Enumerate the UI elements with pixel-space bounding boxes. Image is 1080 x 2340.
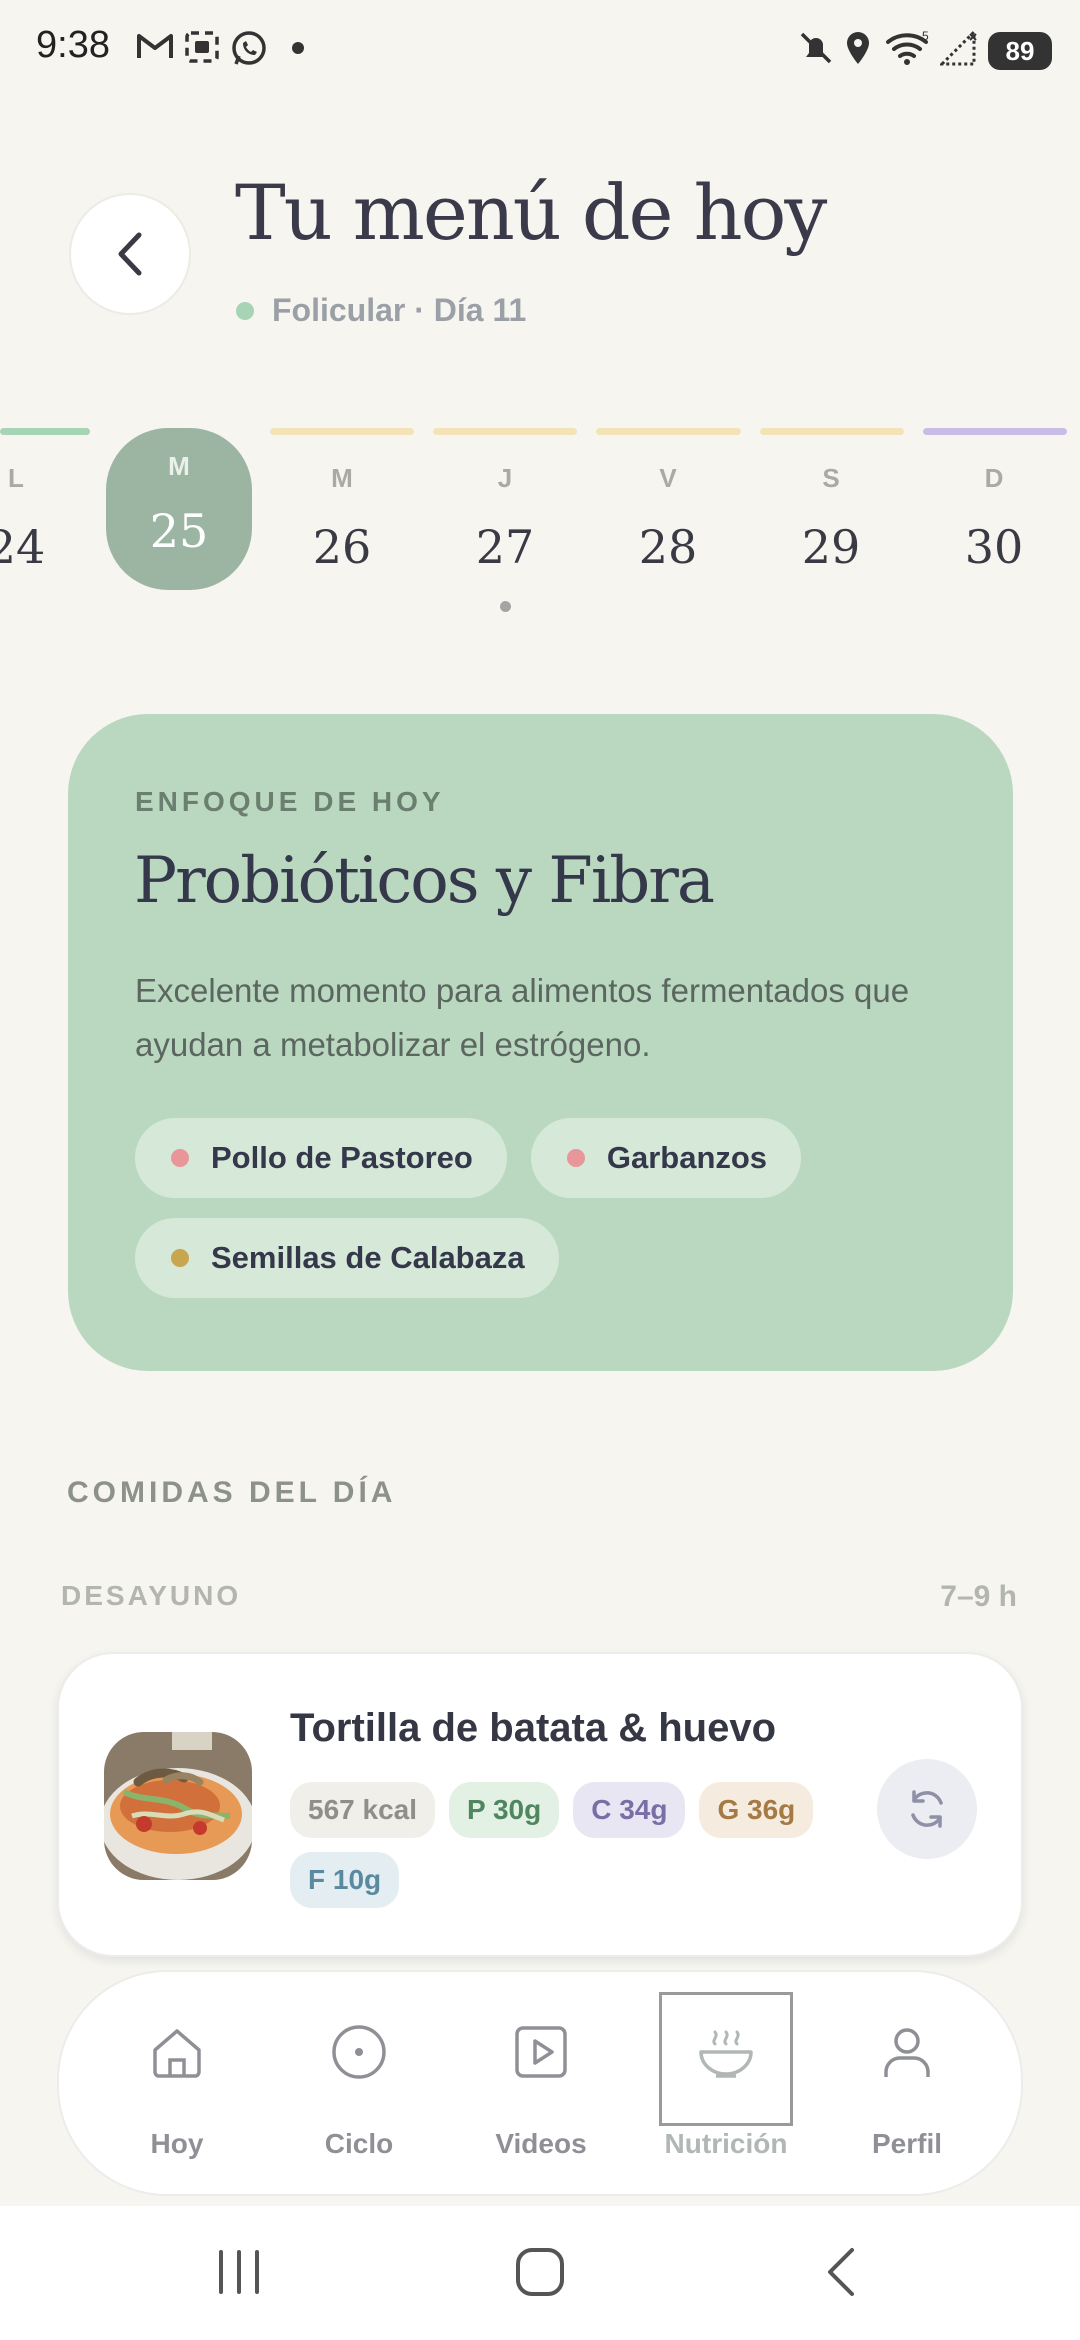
- nav-label: Ciclo: [324, 2128, 394, 2159]
- system-nav-bar: [0, 2206, 1080, 2340]
- system-back-button[interactable]: [822, 2246, 862, 2302]
- food-chip-label: Pollo de Pastoreo: [211, 1140, 473, 1175]
- fiber-badge: F 10g: [290, 1852, 400, 1908]
- food-chip[interactable]: Garbanzos: [530, 1118, 802, 1198]
- nav-label: Hoy: [150, 2128, 204, 2159]
- day-number: 25: [149, 504, 209, 558]
- day-letter: D: [984, 463, 1004, 493]
- food-chip-list: Pollo de Pastoreo Garbanzos Semillas de …: [135, 1118, 965, 1298]
- home-icon: [153, 2029, 201, 2078]
- day-item[interactable]: J 27: [432, 458, 578, 574]
- day-number: 28: [638, 520, 698, 574]
- signal-icon: [938, 28, 978, 75]
- food-chip[interactable]: Pollo de Pastoreo: [135, 1118, 507, 1198]
- battery-level: 89: [988, 32, 1052, 70]
- back-arrow-icon: [828, 2248, 854, 2296]
- nav-item-perfil[interactable]: Perfil: [817, 1972, 997, 2198]
- chevron-left-icon: [118, 232, 142, 276]
- nav-label: Videos: [495, 2128, 587, 2159]
- recent-apps-button[interactable]: [215, 2246, 263, 2302]
- wifi-icon: 5: [884, 29, 932, 75]
- day-item[interactable]: V 28: [595, 458, 741, 574]
- recent-apps-icon: [219, 2250, 259, 2294]
- day-item-selected[interactable]: M 25: [106, 428, 252, 590]
- chip-dot-icon: [171, 1149, 189, 1167]
- phase-segment-ovulatory: [596, 428, 741, 435]
- day-number: 26: [312, 520, 372, 574]
- day-number: 27: [475, 520, 535, 574]
- user-icon: [884, 2028, 930, 2077]
- mute-icon: [798, 30, 834, 75]
- day-letter: L: [8, 463, 24, 493]
- nav-label: Nutrición: [664, 2128, 788, 2159]
- day-letter: M: [331, 463, 353, 493]
- page-title: Tu menú de hoy: [235, 168, 827, 257]
- bowl-icon: [699, 2030, 753, 2078]
- swap-meal-button[interactable]: [877, 1759, 977, 1859]
- protein-badge: P 30g: [449, 1782, 560, 1838]
- cycle-phase: Folicular · Día 11: [236, 292, 526, 329]
- screenshot-icon: [184, 30, 220, 73]
- status-time: 9:38: [36, 24, 110, 66]
- day-number: 30: [964, 520, 1024, 574]
- phase-segment-ovulatory: [270, 428, 414, 435]
- day-item[interactable]: D 30: [921, 458, 1067, 574]
- fat-badge: G 36g: [699, 1782, 814, 1838]
- nav-item-ciclo[interactable]: Ciclo: [269, 1972, 449, 2198]
- back-button[interactable]: [69, 193, 191, 315]
- macro-list: 567 kcal P 30g C 34g G 36g F 10g: [290, 1782, 890, 1908]
- chip-dot-icon: [566, 1149, 585, 1167]
- status-bar: 9:38 5 89: [0, 0, 1080, 100]
- bottom-nav: Hoy Ciclo Videos Nutrición Perfil: [57, 1970, 1023, 2196]
- day-number: 29: [801, 520, 861, 574]
- event-dot-icon: [500, 601, 511, 612]
- day-number: 24: [0, 520, 46, 574]
- food-chip-label: Semillas de Calabaza: [211, 1240, 525, 1275]
- food-chip[interactable]: Semillas de Calabaza: [135, 1218, 559, 1298]
- nav-label: Perfil: [871, 2128, 943, 2159]
- location-icon: [844, 30, 872, 75]
- cycle-phase-label: Folicular · Día 11: [272, 292, 527, 328]
- meal-slot-label: DESAYUNO: [61, 1580, 242, 1611]
- day-letter: S: [822, 463, 840, 493]
- day-item[interactable]: M 26: [269, 458, 415, 574]
- focus-title: Probióticos y Fibra: [134, 844, 715, 918]
- meal-name: Tortilla de batata & huevo: [290, 1706, 776, 1750]
- phase-segment-follicular: [0, 428, 90, 435]
- notification-dot-icon: [292, 42, 304, 54]
- day-item[interactable]: L 24: [0, 458, 89, 574]
- chip-dot-icon: [171, 1249, 189, 1267]
- home-circle-icon: [516, 2248, 564, 2296]
- day-letter: V: [659, 463, 677, 493]
- whatsapp-icon: [230, 30, 268, 77]
- phase-dot-icon: [236, 301, 254, 320]
- focus-card: ENFOQUE DE HOY Probióticos y Fibra Excel…: [68, 714, 1013, 1371]
- carbs-badge: C 34g: [573, 1782, 686, 1838]
- phase-segment-ovulatory: [760, 428, 904, 435]
- refresh-icon: [911, 1790, 943, 1828]
- day-letter: M: [168, 451, 190, 481]
- nav-item-videos[interactable]: Videos: [451, 1972, 631, 2198]
- phase-segment-luteal: [923, 428, 1067, 435]
- meal-slot-time: 7–9 h: [940, 1580, 1017, 1613]
- home-button[interactable]: [514, 2246, 566, 2302]
- gmail-icon: [136, 30, 174, 70]
- meal-card[interactable]: Tortilla de batata & huevo 567 kcal P 30…: [57, 1652, 1023, 1957]
- focus-eyebrow: ENFOQUE DE HOY: [135, 786, 445, 817]
- day-letter: J: [497, 463, 513, 493]
- nav-item-nutricion[interactable]: Nutrición: [636, 1972, 816, 2198]
- nav-item-hoy[interactable]: Hoy: [87, 1972, 267, 2198]
- play-icon: [515, 2026, 567, 2078]
- kcal-badge: 567 kcal: [290, 1782, 435, 1838]
- meal-thumbnail: [104, 1732, 252, 1880]
- focus-description: Excelente momento para alimentos ferment…: [135, 972, 910, 1063]
- svg-text:5: 5: [922, 30, 929, 43]
- food-chip-label: Garbanzos: [606, 1140, 768, 1175]
- phase-segment-ovulatory: [433, 428, 577, 435]
- circle-dot-icon: [332, 2025, 386, 2079]
- day-item[interactable]: S 29: [758, 458, 904, 574]
- meals-section-title: COMIDAS DEL DÍA: [67, 1476, 397, 1509]
